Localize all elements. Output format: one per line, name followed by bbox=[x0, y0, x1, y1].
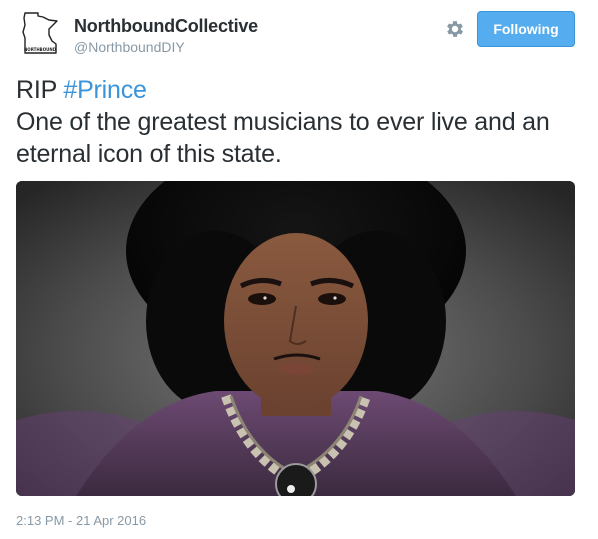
user-names: NorthboundCollective @NorthboundDIY bbox=[74, 15, 258, 56]
display-name[interactable]: NorthboundCollective bbox=[74, 15, 258, 37]
avatar[interactable]: NORTHBOUND bbox=[16, 10, 64, 58]
tweet-text: RIP #Prince One of the greatest musician… bbox=[16, 74, 586, 170]
avatar-logo-text: NORTHBOUND bbox=[24, 47, 57, 52]
tweet-photo[interactable] bbox=[16, 181, 575, 496]
screen-name[interactable]: @NorthboundDIY bbox=[74, 38, 258, 56]
tweet-text-body: One of the greatest musicians to ever li… bbox=[16, 108, 550, 168]
hashtag-link[interactable]: #Prince bbox=[63, 76, 147, 104]
tweet-card: NORTHBOUND NorthboundCollective @Northbo… bbox=[0, 0, 598, 539]
portrait-photo bbox=[16, 181, 575, 496]
gear-icon[interactable] bbox=[444, 18, 466, 40]
following-button[interactable]: Following bbox=[477, 11, 575, 47]
tweet-timestamp[interactable]: 2:13 PM - 21 Apr 2016 bbox=[16, 513, 146, 528]
minnesota-state-logo-icon: NORTHBOUND bbox=[22, 12, 58, 54]
tweet-text-prefix: RIP bbox=[16, 76, 64, 104]
